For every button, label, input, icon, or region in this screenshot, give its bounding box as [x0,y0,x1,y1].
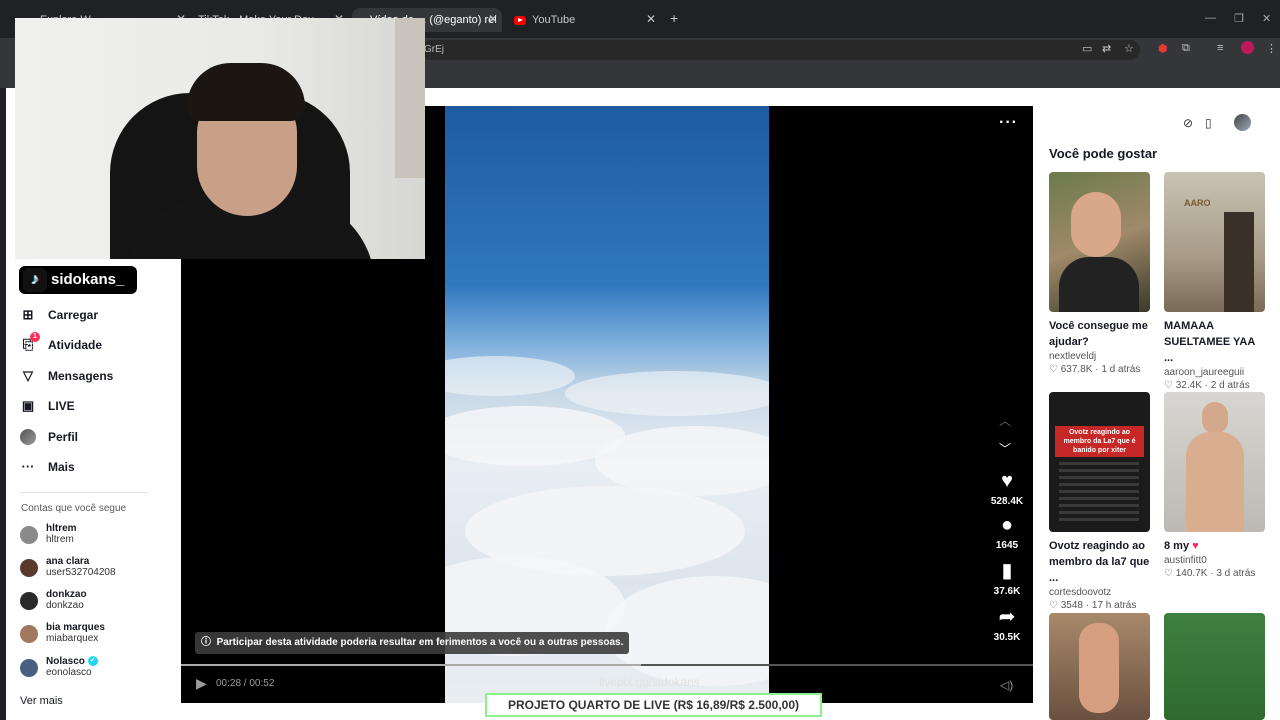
nav-upload[interactable]: ⊞ Carregar [20,305,98,325]
heart-icon: ♥ [1001,470,1013,492]
avatar [20,559,38,577]
bookmark-star-icon[interactable]: ☆ [1124,42,1134,55]
nav-profile[interactable]: Perfil [20,427,78,447]
avatar [20,625,38,643]
time-display: 00:28 / 00:52 [216,678,275,689]
heart-outline-icon: ♡ [1049,600,1058,611]
more-icon: ··· [21,459,35,474]
user-avatar[interactable] [1234,114,1251,131]
video-thumbnail[interactable]: AARO [1164,172,1265,312]
close-tab-icon[interactable]: ✕ [646,12,656,26]
see-more-link[interactable]: Ver mais [20,695,63,707]
followed-account[interactable]: Nolasco ✓ eonolasco [20,656,98,678]
compass-icon[interactable]: ⊘ [1183,116,1193,130]
recommendations-title: Você pode gostar [1049,146,1158,161]
heart-outline-icon: ♡ [1164,568,1173,579]
device-icon[interactable]: ▯ [1205,116,1212,130]
browser-menu-icon[interactable]: ⋮ [1266,42,1277,55]
bookmark-icon: ▮ [1001,560,1013,582]
tiktok-note-icon: ♪ [23,268,47,292]
video-thumbnail[interactable] [1049,172,1150,312]
avatar [20,659,38,677]
tiktok-logo[interactable]: ♪ sidokans_ [19,266,137,294]
avatar [20,526,38,544]
safety-warning: ⓘ Participar desta atividade poderia res… [195,632,630,654]
comment-icon: ● [1000,514,1014,536]
followed-account[interactable]: hltrem hltrem [20,523,77,545]
browser-tab-youtube[interactable]: YouTube ✕ [510,8,660,32]
maximize-button[interactable]: ❐ [1234,12,1244,25]
recommendation-card[interactable] [1049,613,1150,720]
livepix-overlay: livepix.gg/sidokans [599,675,700,689]
url-input[interactable]: GrEj [420,40,1140,60]
recommendation-card[interactable]: AARO MAMAAA SUELTAMEE YAA ... aaroon_jau… [1164,172,1265,391]
profile-avatar-icon [20,429,36,445]
profile-avatar-icon[interactable] [1241,41,1254,54]
divider [20,492,148,493]
video-thumbnail[interactable]: Ovotz reagindo ao membro da La7 que é ba… [1049,392,1150,532]
nav-more[interactable]: ··· Mais [20,457,75,477]
followed-account[interactable]: donkzao donkzao [20,589,87,611]
like-button[interactable]: ♥ 528.4K [985,470,1029,507]
followed-account[interactable]: ana clara user532704208 [20,556,116,578]
media-control-icon[interactable]: ≡ [1217,42,1223,54]
comment-count: 1645 [995,540,1019,551]
heart-outline-icon: ♡ [1049,364,1058,375]
translate-icon[interactable]: ⇄ [1102,42,1111,55]
youtube-icon [514,15,526,25]
avatar [20,592,38,610]
progress-bar[interactable] [181,664,1033,666]
minimize-button[interactable]: — [1205,12,1216,24]
recommendation-card[interactable]: Você consegue me ajudar? nextleveldj ♡ 6… [1049,172,1150,375]
like-count: 528.4K [990,496,1024,507]
new-tab-button[interactable]: + [670,10,678,26]
following-title: Contas que você segue [21,503,127,514]
close-tab-icon[interactable]: ✕ [488,12,498,26]
save-count: 37.6K [993,586,1021,597]
verified-badge-icon: ✓ [87,656,98,667]
nav-messages[interactable]: ▽ Mensagens [20,366,113,386]
recommendation-card[interactable] [1164,613,1265,720]
plus-square-icon: ⊞ [22,307,34,322]
heart-outline-icon: ♡ [1164,380,1173,391]
webcam-overlay [15,18,425,259]
video-thumbnail[interactable] [1164,613,1265,720]
extensions-puzzle-icon[interactable]: ⧉ [1182,42,1190,55]
nav-live[interactable]: ▣ LIVE [20,396,75,416]
comment-button[interactable]: ● 1645 [985,514,1029,551]
share-arrow-icon: ➦ [998,606,1016,628]
send-icon: ▽ [23,368,33,383]
share-count: 30.5K [993,632,1021,643]
recommendation-card[interactable]: Ovotz reagindo ao membro da La7 que é ba… [1049,392,1150,611]
notification-badge: 1 [30,332,40,342]
inbox-icon: ⎘ 1 [20,332,40,353]
cast-icon[interactable]: ▭ [1082,42,1092,55]
nav-activity[interactable]: ⎘ 1 Atividade [20,332,102,355]
progress-fill [181,664,642,666]
red-heart-icon: ♥ [1192,540,1199,552]
share-button[interactable]: ➦ 30.5K [985,606,1029,643]
previous-video-icon[interactable]: ︿ [999,412,1011,429]
play-icon[interactable]: ▶ [196,675,207,692]
video-thumbnail[interactable] [1049,613,1150,720]
next-video-icon[interactable]: ﹀ [999,440,1011,457]
donation-goal-banner: PROJETO QUARTO DE LIVE (R$ 16,89/R$ 2.50… [485,693,822,717]
video-frame-sky-clouds[interactable] [445,106,769,703]
save-button[interactable]: ▮ 37.6K [985,560,1029,597]
live-tv-icon: ▣ [21,398,35,413]
followed-account[interactable]: bia marques miabarquex [20,622,105,644]
volume-icon[interactable]: ◁) [1000,678,1013,692]
close-window-button[interactable]: ✕ [1262,12,1271,25]
recommendation-card[interactable]: 8 my ♥ austinfitt0 ♡ 140.7K · 3 d atrás [1164,392,1265,579]
more-options-icon[interactable]: ··· [999,114,1018,132]
video-thumbnail[interactable] [1164,392,1265,532]
extension-shield-icon[interactable]: ⬢ [1158,42,1168,55]
